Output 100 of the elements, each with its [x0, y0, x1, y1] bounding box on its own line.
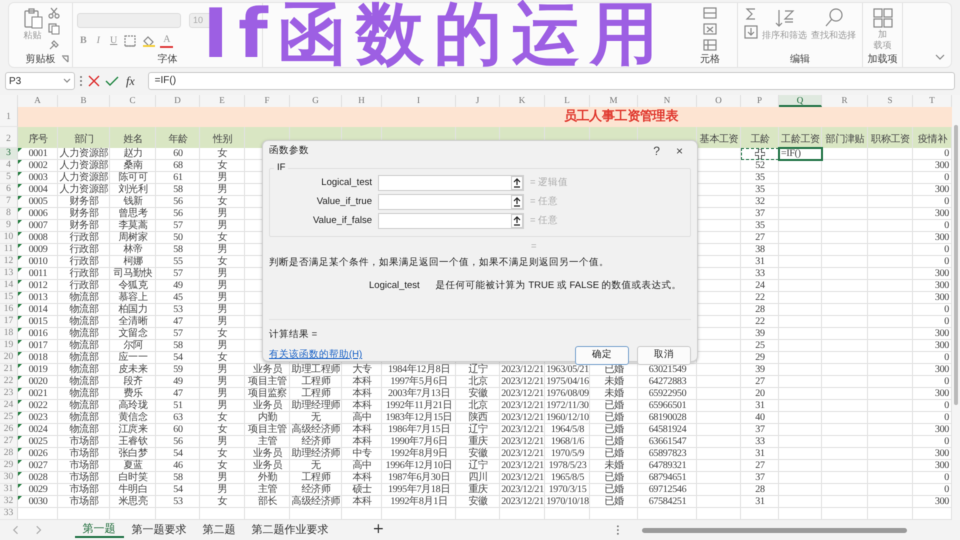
column-header[interactable]: J	[456, 95, 500, 107]
close-button[interactable]: ×	[668, 142, 691, 160]
sort-icon[interactable]	[774, 7, 796, 29]
argument-field[interactable]	[378, 194, 524, 210]
row-header[interactable]: 8	[0, 208, 18, 220]
row-header[interactable]: 26	[0, 424, 18, 436]
collapse-dialog-icon[interactable]	[511, 214, 523, 228]
font-name-field[interactable]	[77, 12, 181, 28]
column-header[interactable]: O	[697, 95, 741, 107]
row-header[interactable]: 12	[0, 256, 18, 268]
row-header[interactable]: 18	[0, 328, 18, 340]
sheet-tab[interactable]: 第二题	[194, 521, 244, 538]
sort-button[interactable]: 排序和筛选	[762, 7, 807, 42]
row-header[interactable]: 19	[0, 340, 18, 352]
close-icon[interactable]	[87, 75, 101, 87]
name-box[interactable]: P3	[5, 72, 75, 90]
column-header[interactable]: A	[18, 95, 58, 107]
row-header[interactable]: 1	[0, 107, 18, 127]
row-header[interactable]: 28	[0, 448, 18, 460]
sheet-tab[interactable]: 第二题作业要求	[244, 521, 336, 538]
column-header[interactable]: C	[110, 95, 156, 107]
column-header[interactable]: F	[245, 95, 290, 107]
column-header[interactable]: G	[290, 95, 342, 107]
row-header[interactable]: 11	[0, 244, 18, 256]
find-button[interactable]: 查找和选择	[811, 7, 856, 42]
search-icon[interactable]	[822, 7, 844, 29]
column-header[interactable]: E	[200, 95, 245, 107]
column-header[interactable]: N	[638, 95, 697, 107]
row-header[interactable]: 31	[0, 484, 18, 496]
format-cells-icon[interactable]	[703, 39, 717, 51]
row-header[interactable]: 17	[0, 316, 18, 328]
row-header[interactable]: 24	[0, 400, 18, 412]
collapse-ribbon-icon[interactable]	[935, 53, 945, 61]
launcher-icon[interactable]	[61, 55, 69, 63]
paste-icon[interactable]	[22, 7, 44, 29]
row-header[interactable]: 33	[0, 508, 18, 520]
help-button[interactable]: ?	[645, 142, 668, 160]
fill-down-icon[interactable]	[744, 25, 758, 39]
cut-icon[interactable]	[48, 7, 60, 19]
row-header[interactable]: 21	[0, 364, 18, 376]
check-icon[interactable]	[105, 75, 119, 87]
insert-function-button[interactable]: fx	[123, 72, 138, 90]
grid-icon[interactable]	[872, 7, 894, 29]
row-header[interactable]: 20	[0, 352, 18, 364]
column-header[interactable]: L	[545, 95, 590, 107]
delete-cells-icon[interactable]	[703, 23, 717, 35]
row-header[interactable]: 13	[0, 268, 18, 280]
collapse-dialog-icon[interactable]	[511, 176, 523, 190]
active-cell[interactable]: =IF()	[779, 148, 822, 160]
row-header[interactable]: 22	[0, 376, 18, 388]
row-header[interactable]: 25	[0, 412, 18, 424]
add-sheet-button[interactable]: +	[364, 522, 392, 537]
underline-button[interactable]: U	[107, 34, 120, 48]
border-icon[interactable]	[124, 34, 138, 46]
column-header[interactable]: K	[500, 95, 545, 107]
dropdown-icon[interactable]	[63, 78, 71, 84]
row-header[interactable]: 30	[0, 472, 18, 484]
paste-button[interactable]: 粘贴	[22, 7, 44, 42]
bold-button[interactable]: B	[77, 34, 90, 48]
formula-field[interactable]: =IF()	[148, 72, 955, 90]
italic-button[interactable]: I	[94, 34, 104, 48]
more-icon[interactable]	[616, 524, 620, 536]
column-header[interactable]: H	[342, 95, 382, 107]
row-header[interactable]: 10	[0, 232, 18, 244]
column-header[interactable]: R	[822, 95, 868, 107]
font-color-button[interactable]: A	[160, 34, 174, 48]
argument-field[interactable]	[378, 213, 524, 230]
column-header[interactable]: T	[913, 95, 952, 107]
row-header[interactable]: 16	[0, 304, 18, 316]
sheet-tab[interactable]: 第一题	[74, 521, 124, 538]
help-link[interactable]: 有关该函数的帮助(H)	[269, 348, 362, 363]
row-header[interactable]: 6	[0, 184, 18, 196]
column-header[interactable]: B	[58, 95, 110, 107]
column-header[interactable]: S	[868, 95, 913, 107]
row-header[interactable]: 14	[0, 280, 18, 292]
column-header[interactable]: D	[156, 95, 200, 107]
row-header[interactable]: 29	[0, 460, 18, 472]
row-header[interactable]: 32	[0, 496, 18, 508]
dialog-button[interactable]: 确定	[575, 346, 629, 365]
column-header[interactable]: I	[382, 95, 456, 107]
column-header[interactable]: P	[741, 95, 779, 107]
argument-field[interactable]	[378, 175, 524, 192]
row-header[interactable]: 2	[0, 127, 18, 148]
collapse-dialog-icon[interactable]	[511, 195, 523, 210]
referenced-cell[interactable]	[741, 148, 779, 160]
sheet-tab[interactable]: 第一题要求	[124, 521, 194, 538]
row-header[interactable]: 4	[0, 160, 18, 172]
row-header[interactable]: 3	[0, 148, 18, 160]
insert-cells-icon[interactable]	[703, 7, 717, 19]
row-header[interactable]: 9	[0, 220, 18, 232]
column-header[interactable]: Q	[779, 95, 822, 107]
row-header[interactable]: 7	[0, 196, 18, 208]
row-header[interactable]: 27	[0, 436, 18, 448]
brush-icon[interactable]	[48, 39, 60, 51]
row-header[interactable]: 5	[0, 172, 18, 184]
copy-icon[interactable]	[48, 23, 60, 35]
row-header[interactable]: 15	[0, 292, 18, 304]
row-header[interactable]: 23	[0, 388, 18, 400]
dialog-button[interactable]: 取消	[637, 346, 691, 365]
fill-bucket-icon[interactable]	[142, 34, 156, 46]
